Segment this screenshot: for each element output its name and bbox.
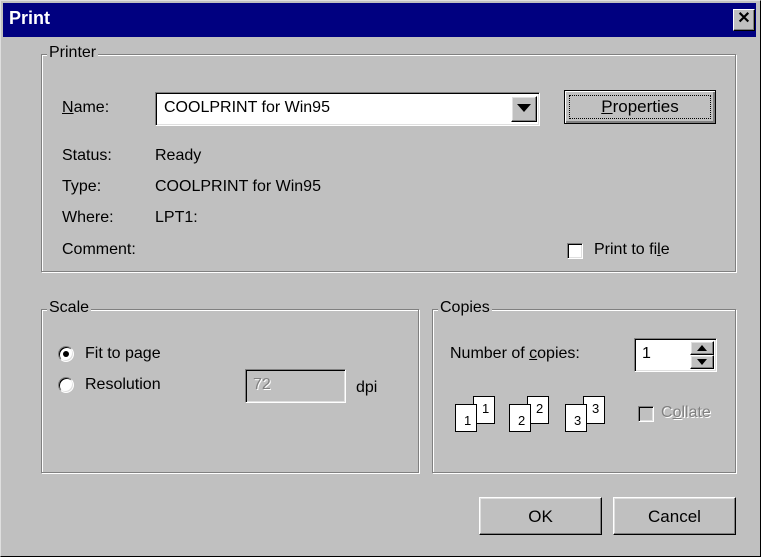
properties-button[interactable]: Properties xyxy=(564,90,716,124)
status-value: Ready xyxy=(155,147,202,164)
print-to-file-label[interactable]: Print to file xyxy=(594,241,670,259)
collate-checkbox[interactable] xyxy=(638,406,654,422)
printer-group xyxy=(41,54,736,272)
dropdown-arrow-icon xyxy=(517,104,531,112)
spin-down-icon xyxy=(697,359,707,365)
spin-up-icon xyxy=(697,345,707,351)
where-value: LPT1: xyxy=(155,209,198,226)
page-1-front: 1 xyxy=(455,404,477,432)
ok-button[interactable]: OK xyxy=(479,497,602,535)
collate-label[interactable]: Collate xyxy=(661,404,711,422)
resolution-field[interactable]: 72 xyxy=(245,369,346,403)
copies-group xyxy=(432,309,736,473)
print-dialog: Print ✕ Printer Name: COOLPRINT for Win9… xyxy=(0,0,761,557)
spin-down-button[interactable] xyxy=(690,355,714,369)
print-to-file-checkbox[interactable] xyxy=(567,243,583,259)
fit-to-page-radio[interactable] xyxy=(58,346,74,362)
scale-legend: Scale xyxy=(47,299,92,317)
comment-label: Comment: xyxy=(62,241,136,258)
printer-name-select[interactable]: COOLPRINT for Win95 xyxy=(155,92,540,126)
close-button[interactable]: ✕ xyxy=(733,9,755,31)
page-2-front: 2 xyxy=(509,404,531,432)
cancel-label: Cancel xyxy=(648,507,701,526)
type-value: COOLPRINT for Win95 xyxy=(155,178,321,195)
title-bar[interactable]: Print ✕ xyxy=(3,3,756,37)
collate-pages-icon: 1 1 2 2 3 3 xyxy=(453,396,623,436)
type-label: Type: xyxy=(62,178,102,195)
copies-value: 1 xyxy=(642,345,651,362)
dpi-label: dpi xyxy=(356,379,378,396)
ok-label: OK xyxy=(528,507,553,526)
window-title: Print xyxy=(9,8,51,28)
spin-up-button[interactable] xyxy=(690,341,714,355)
close-icon: ✕ xyxy=(737,10,751,27)
where-label: Where: xyxy=(62,209,114,226)
focus-rect xyxy=(569,95,711,119)
status-label: Status: xyxy=(62,147,112,164)
number-of-copies-label: Number of copies: xyxy=(450,345,580,362)
fit-to-page-label[interactable]: Fit to page xyxy=(85,345,161,363)
radio-selected-dot xyxy=(63,351,69,357)
resolution-value: 72 xyxy=(253,376,271,393)
cancel-button[interactable]: Cancel xyxy=(613,497,736,535)
printer-name-value: COOLPRINT for Win95 xyxy=(164,99,330,116)
dropdown-button[interactable] xyxy=(511,96,537,122)
resolution-radio[interactable] xyxy=(58,377,74,393)
printer-legend: Printer xyxy=(47,44,99,62)
copies-legend: Copies xyxy=(438,299,492,317)
resolution-label[interactable]: Resolution xyxy=(85,376,161,394)
name-label: Name: xyxy=(62,99,110,116)
copies-spinner[interactable]: 1 xyxy=(634,338,717,372)
page-3-front: 3 xyxy=(565,404,587,432)
